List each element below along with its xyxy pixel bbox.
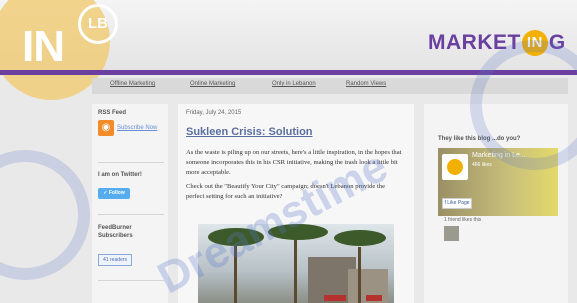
top-nav: Offline Marketing Online Marketing Only … [92,78,568,94]
post-paragraph: Check out the "Beautify Your City" campa… [186,183,386,200]
logo-badge: LB [78,4,118,44]
image-palm-trunk [358,247,361,303]
watermark-circle [0,150,90,280]
brand-title-part2: G [548,31,566,54]
image-red-vehicle [324,295,346,301]
facebook-widget-title: They like this blog ...do you? [438,136,521,142]
image-palm-frond [208,228,264,246]
twitter-follow-button[interactable]: ✓ Follow [98,188,130,199]
sidebar-divider [98,162,164,163]
post-title[interactable]: Sukleen Crisis: Solution [186,126,313,138]
post-image[interactable] [198,224,394,303]
image-palm-trunk [234,243,237,303]
header-stripe [0,70,577,75]
sidebar-divider [98,280,164,281]
brand-title[interactable]: MARKET IN G [428,30,566,56]
image-palm-frond [334,230,386,246]
image-red-vehicle [366,295,382,301]
twitter-bird-icon: ✓ [103,190,108,196]
main-post: Friday, July 24, 2015 Sukleen Crisis: So… [178,104,414,303]
nav-item-only-in-lebanon[interactable]: Only in Lebanon [272,81,316,87]
feedburner-widget-title: FeedBurner Subscribers [98,225,133,239]
brand-title-circle: IN [521,30,548,56]
rss-widget-title: RSS Feed [98,110,127,116]
twitter-widget-title: I am on Twitter! [98,172,142,178]
facebook-like-page-label: Like Page [447,200,470,206]
logo-in-text: IN [22,22,65,71]
facebook-page-box[interactable]: Marketing in Le... 466 likes f Like Page [438,148,558,216]
facebook-page-name[interactable]: Marketing in Le... [472,152,526,159]
facebook-like-page-button[interactable]: f Like Page [442,198,472,209]
blog-header: IN LB MARKET IN G [0,0,577,100]
post-paragraph: As the waste is piling up on our streets… [186,149,402,176]
feedburner-counter[interactable]: 41 readers [98,254,132,266]
twitter-follow-label: Follow [108,190,125,196]
sidebar-divider [98,214,164,215]
brand-title-part1: MARKET [428,31,521,54]
post-date: Friday, July 24, 2015 [186,110,242,116]
rss-icon[interactable]: ◉ [98,120,114,136]
facebook-page-avatar[interactable] [442,154,468,180]
facebook-friend-likes-text: 1 friend likes this [444,217,482,223]
image-palm-frond [268,224,328,240]
nav-item-online-marketing[interactable]: Online Marketing [190,81,235,87]
nav-item-offline-marketing[interactable]: Offline Marketing [110,81,155,87]
friend-avatar[interactable] [444,226,459,241]
facebook-page-logo-icon [447,159,463,175]
nav-item-random-views[interactable]: Random Views [346,81,386,87]
right-sidebar: They like this blog ...do you? Marketing… [424,104,568,303]
image-palm-trunk [294,237,297,303]
facebook-f-icon: f [444,200,446,206]
left-sidebar: RSS Feed Subscribe Now ◉ I am on Twitter… [92,104,168,303]
facebook-page-likes: 466 likes [472,162,492,168]
